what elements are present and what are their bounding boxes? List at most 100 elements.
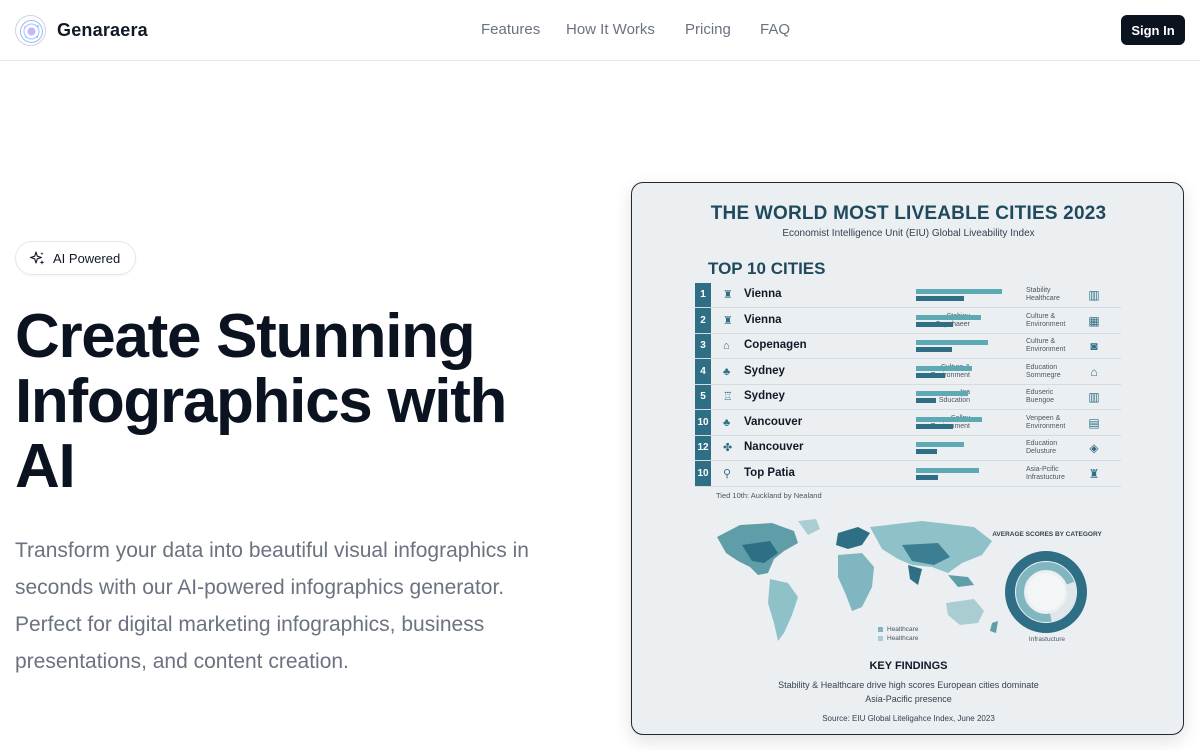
score-bar-primary [916, 289, 1002, 294]
row-strength-label: Venpeen & Environment [1026, 414, 1066, 430]
average-scores-donut-chart [1005, 551, 1087, 633]
hero-title-line: Create Stunning [15, 302, 476, 371]
score-bar-primary [916, 340, 988, 345]
hero-subtitle-line: Perfect for digital marketing infographi… [15, 613, 485, 636]
rank-number: 1 [700, 289, 706, 300]
score-bar-primary [916, 442, 964, 447]
city-name: Vienna [744, 313, 782, 326]
score-bar-primary [916, 391, 968, 396]
infographic-subtitle: Economist Intelligence Unit (EIU) Global… [782, 228, 1035, 239]
score-bar-secondary [916, 423, 953, 429]
score-bar-secondary [916, 296, 964, 301]
city-row: 10 ⚲ Top Patia Asia-Pcific Infrastucture ♜ [695, 462, 1121, 487]
category-icon: ◈ [1089, 441, 1099, 455]
landmark-icon: ✤ [723, 442, 733, 454]
average-scores-title: AVERAGE SCORES BY CATEGORY [992, 531, 1102, 538]
city-name: Nancouver [744, 441, 804, 453]
score-bar-primary [916, 314, 981, 320]
nav-how-it-works-link[interactable]: How It Works [566, 21, 655, 38]
category-icon: ♜ [1088, 466, 1100, 481]
landmark-icon: ♖ [723, 391, 733, 403]
rank-number: 12 [697, 442, 709, 453]
nav-features-link[interactable]: Features [481, 21, 540, 38]
rank-number: 4 [700, 365, 706, 377]
category-icon: ▦ [1088, 313, 1100, 328]
city-name: Vienna [744, 288, 782, 300]
hero-subtitle-line: presentations, and content creation. [15, 650, 349, 673]
score-bar-secondary [916, 474, 938, 480]
category-icon: ▥ [1088, 390, 1100, 404]
category-icon: ▤ [1088, 415, 1100, 430]
hero-title: Create Stunning Infographics with AI [15, 304, 615, 499]
rank-number: 5 [700, 391, 706, 402]
map-legend-item: Healthcare [878, 626, 918, 633]
donut-label: Infrastucture [1028, 636, 1066, 643]
score-bar-primary [916, 416, 982, 422]
city-name: Top Patia [744, 466, 795, 479]
score-bar-secondary [916, 398, 936, 403]
score-bar-secondary [916, 321, 953, 327]
nav-faq-link[interactable]: FAQ [760, 21, 790, 38]
hero-subtitle-line: Transform your data into beautiful visua… [15, 539, 529, 562]
score-bar-primary [916, 365, 972, 371]
sign-in-button[interactable]: Sign In [1121, 15, 1185, 45]
rank-number: 3 [700, 340, 706, 351]
category-icon: ◙ [1090, 339, 1098, 353]
hero-title-line: AI [15, 432, 76, 501]
ai-powered-badge: AI Powered [15, 241, 137, 275]
row-strength-label: Eduseric Buengoe [1026, 389, 1055, 404]
score-bar-secondary [916, 372, 945, 378]
sparkle-icon [30, 250, 45, 266]
row-strength-label: Education Sornmegre [1026, 363, 1061, 379]
score-bar-secondary [916, 449, 937, 454]
row-strength-label: Stability Healthcare [1026, 287, 1060, 302]
city-name: Copenagen [744, 339, 807, 351]
map-legend-item: Healthcare [878, 635, 918, 642]
nav-pricing-link[interactable]: Pricing [685, 21, 731, 38]
landmark-icon: ♜ [723, 314, 733, 327]
world-map-image [717, 519, 998, 641]
city-row: 1 ♜ Vienna Stability Healthcare ▥ [695, 283, 1121, 308]
rank-number: 10 [697, 416, 709, 428]
rank-number: 2 [700, 314, 706, 326]
tied-note: Tied 10th: Auckland by Nealand [716, 491, 822, 500]
hero-subtitle: Transform your data into beautiful visua… [15, 532, 605, 680]
city-row: 10♣VancouverSollnyEnvironmentVenpeen &En… [695, 411, 1121, 436]
hero-title-line: Infographics with [15, 367, 507, 436]
badge-label: AI Powered [53, 250, 121, 266]
legend-swatch [878, 626, 883, 632]
city-name: Sydney [744, 390, 785, 402]
city-row: 4♣SydneyCulture &EnvironmentEducationSor… [695, 360, 1121, 385]
landmark-icon: ⌂ [723, 340, 730, 352]
category-icon: ⌂ [1090, 364, 1098, 379]
city-row: 2♜ViennaStabinyCopehaeerCulture &Environ… [695, 309, 1121, 334]
rank-number: 10 [697, 467, 709, 479]
key-finding-line: Asia-Pacific presence [865, 694, 952, 704]
row-strength-label: Asia-Pcific Infrastucture [1026, 465, 1065, 481]
city-row: 5♖SydneyInaSducationEdusericBuengoe▥ [695, 385, 1121, 410]
category-icon: ▥ [1088, 288, 1100, 302]
row-strength-label: Culture & Environment [1026, 338, 1066, 353]
row-strength-label: Culture & Environment [1026, 312, 1066, 328]
top-navigation-bar: Genaraera Features How It Works Pricing … [0, 0, 1200, 61]
brand-name[interactable]: Genaraera [57, 20, 148, 41]
city-row: 3 ⌂ Copenagen Culture & Environment ◙ [695, 334, 1121, 359]
infographic-title: THE WORLD MOST LIVEABLE CITIES 2023 [710, 203, 1107, 224]
infographic-source: Source: EIU Global Liteligahce Index, Ju… [822, 714, 995, 723]
key-finding-line: Stability & Healthcare drive high scores… [778, 680, 1039, 690]
legend-swatch [878, 635, 883, 641]
city-name: Vancouver [744, 415, 803, 428]
key-findings-title: KEY FINDINGS [869, 660, 948, 672]
hero-subtitle-line: seconds with our AI-powered infographics… [15, 576, 505, 599]
row-strength-label: Education Delusture [1026, 440, 1058, 455]
brand-logo-icon[interactable] [15, 15, 46, 46]
landmark-icon: ♣ [723, 365, 731, 378]
city-row: 12 ✤ Nancouver Education Delusture ◈ [695, 436, 1121, 461]
landmark-icon: ♣ [723, 416, 731, 429]
infographic-preview-card: THE WORLD MOST LIVEABLE CITIES 2023 Econ… [631, 182, 1184, 735]
landmark-icon: ♜ [723, 289, 733, 301]
score-bar-secondary [916, 347, 952, 352]
infographic-section-title: TOP 10 CITIES [708, 259, 826, 278]
landmark-icon: ⚲ [723, 467, 732, 480]
score-bar-primary [916, 467, 979, 473]
